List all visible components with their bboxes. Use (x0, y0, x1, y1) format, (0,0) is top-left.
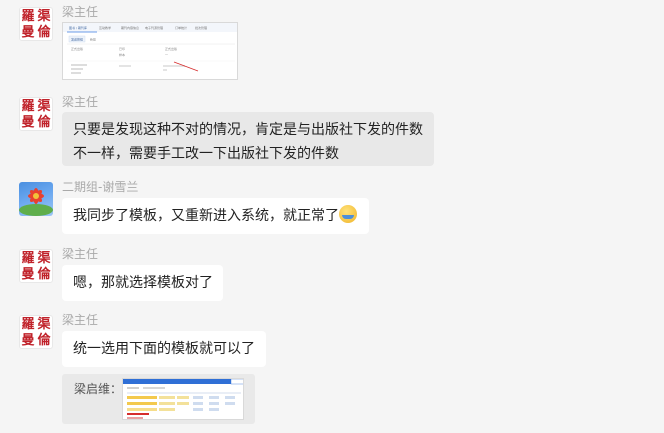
seal-char: 曼 (21, 24, 35, 40)
screenshot-subtab: 新建 (90, 37, 96, 42)
screenshot-field: 正式出版 (71, 46, 83, 51)
screenshot-field: 一 (165, 53, 168, 57)
avatar[interactable]: 羅 渠 曼 倫 (19, 249, 53, 283)
screenshot-tab: 电子刊源管理 (145, 25, 163, 30)
avatar[interactable]: 羅 渠 曼 倫 (19, 97, 53, 131)
screenshot-subtab: 发送按钮 (71, 37, 83, 42)
seal-char: 倫 (37, 114, 51, 130)
sender-name: 梁主任 (62, 5, 99, 19)
sender-name: 二期组-谢雪兰 (62, 180, 139, 194)
screenshot-tab: 图书 / 期刊库 (69, 25, 87, 30)
screenshot-field: 样本 (119, 52, 125, 57)
screenshot-image[interactable]: 图书 / 期刊库 互动教学 期刊内容信息 电子刊源管理 订单统计 批次管理 发送… (62, 22, 238, 80)
message-bubble[interactable]: 只要是发现这种不对的情况，肯定是与出版社下发的件数 不一样，需要手工改一下出版社… (62, 112, 434, 166)
seal-char: 倫 (37, 24, 51, 40)
screenshot-field: 正式出版 (165, 46, 177, 51)
seal-char: 羅 (21, 316, 35, 332)
screenshot-tab: 批次管理 (195, 25, 207, 30)
quote-sender: 梁启维： (74, 382, 123, 396)
sender-name: 梁主任 (62, 95, 99, 109)
seal-char: 渠 (37, 8, 51, 24)
seal-char: 渠 (37, 316, 51, 332)
message-text: 统一选用下面的模板就可以了 (73, 341, 255, 357)
message-line: 只要是发现这种不对的情况，肯定是与出版社下发的件数 (73, 122, 423, 138)
quoted-image[interactable] (122, 378, 244, 420)
flower-icon (19, 188, 53, 216)
quoted-message[interactable]: 梁启维： (62, 374, 255, 424)
seal-char: 羅 (21, 98, 35, 114)
message-line: 不一样，需要手工改一下出版社下发的件数 (73, 146, 339, 162)
seal-char: 渠 (37, 98, 51, 114)
message-bubble[interactable]: 我同步了模板，又重新进入系统，就正常了 (62, 198, 369, 234)
message-bubble[interactable]: 统一选用下面的模板就可以了 (62, 331, 266, 367)
quoted-image-content (123, 379, 243, 419)
seal-char: 羅 (21, 8, 35, 24)
seal-char: 渠 (37, 250, 51, 266)
message-bubble[interactable]: 嗯，那就选择模板对了 (62, 265, 223, 301)
seal-char: 羅 (21, 250, 35, 266)
screenshot-content: 图书 / 期刊库 互动教学 期刊内容信息 电子刊源管理 订单统计 批次管理 发送… (63, 23, 237, 79)
avatar[interactable]: 羅 渠 曼 倫 (19, 315, 53, 349)
screenshot-tab: 期刊内容信息 (121, 25, 139, 30)
seal-char: 曼 (21, 114, 35, 130)
message-text: 嗯，那就选择模板对了 (73, 275, 213, 291)
tears-of-joy-emoji (339, 205, 357, 223)
seal-char: 倫 (37, 332, 51, 348)
message-text: 我同步了模板，又重新进入系统，就正常了 (73, 208, 339, 224)
seal-char: 曼 (21, 332, 35, 348)
seal-char: 曼 (21, 266, 35, 282)
sender-name: 梁主任 (62, 247, 99, 261)
screenshot-field: 已印 (119, 46, 125, 51)
sender-name: 梁主任 (62, 313, 99, 327)
avatar[interactable]: 羅 渠 曼 倫 (19, 7, 53, 41)
screenshot-tab: 订单统计 (175, 25, 187, 30)
avatar[interactable] (19, 182, 53, 216)
seal-char: 倫 (37, 266, 51, 282)
screenshot-tab: 互动教学 (99, 25, 111, 30)
